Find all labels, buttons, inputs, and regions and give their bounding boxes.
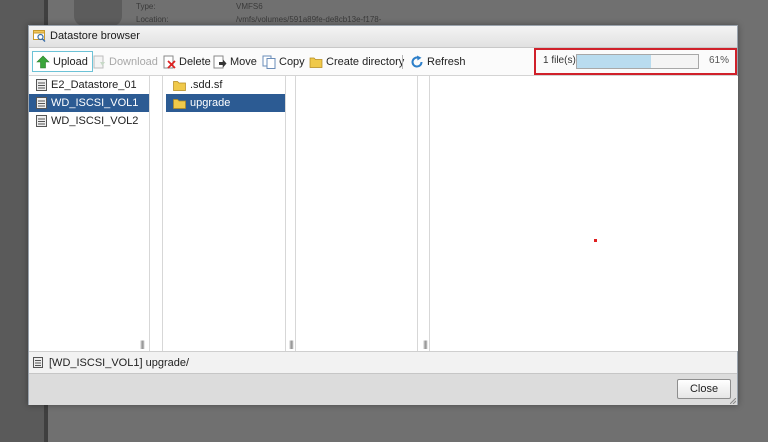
upload-arrow-icon — [36, 55, 50, 68]
current-path: [WD_ISCSI_VOL1] upgrade/ — [49, 357, 190, 369]
copy-button[interactable]: Copy — [262, 53, 305, 70]
dialog-titlebar[interactable]: Datastore browser — [29, 26, 737, 48]
subfolder-column[interactable]: ||| — [295, 76, 428, 351]
move-button[interactable]: Move — [213, 53, 257, 70]
datastore-list-column[interactable]: E2_Datastore_01 WD_ISCSI_VOL1 WD_ISCSI_V… — [29, 76, 150, 351]
datastore-label: E2_Datastore_01 — [51, 79, 137, 91]
copy-label: Copy — [279, 55, 305, 68]
background-type-value: VMFS6 — [236, 2, 263, 11]
cursor-marker — [594, 239, 597, 242]
delete-button[interactable]: Delete — [162, 53, 211, 70]
background-type-label: Type: — [136, 2, 156, 11]
datastore-icon — [33, 357, 43, 368]
folder-list-column[interactable]: .sdd.sf upgrade ||| — [162, 76, 294, 351]
toolbar-separator — [402, 55, 403, 69]
download-icon — [93, 55, 105, 68]
folder-label: upgrade — [190, 97, 231, 109]
folder-icon — [173, 80, 186, 91]
upload-files-count: 1 file(s) — [543, 55, 576, 66]
folder-item[interactable]: upgrade — [166, 94, 285, 112]
datastore-icon — [36, 97, 47, 109]
folder-item[interactable]: .sdd.sf — [166, 76, 285, 94]
file-details-column[interactable] — [429, 76, 738, 351]
delete-label: Delete — [179, 55, 211, 68]
delete-icon — [163, 55, 176, 69]
background-info-labels: Type: Location: — [136, 0, 168, 26]
refresh-icon — [411, 55, 423, 68]
dialog-title: Datastore browser — [50, 30, 140, 42]
refresh-label: Refresh — [427, 55, 466, 68]
background-datastore-icon — [74, 0, 122, 26]
dialog-footer: Close — [29, 373, 737, 405]
datastore-browser-icon — [33, 30, 46, 42]
refresh-button[interactable]: Refresh — [410, 53, 466, 70]
create-directory-label: Create directory — [326, 55, 405, 68]
copy-icon — [262, 55, 276, 69]
datastore-icon — [36, 115, 47, 127]
folder-icon — [173, 98, 186, 109]
upload-progress-percent: 61% — [708, 55, 729, 66]
upload-progress-fill — [577, 55, 651, 68]
datastore-item[interactable]: WD_ISCSI_VOL1 — [29, 94, 149, 112]
datastore-label: WD_ISCSI_VOL1 — [51, 97, 139, 109]
upload-button[interactable]: Upload — [32, 51, 93, 72]
datastore-label: WD_ISCSI_VOL2 — [51, 115, 139, 127]
new-folder-icon — [309, 57, 323, 68]
datastore-browser-dialog: Datastore browser Upload Download Delete — [28, 25, 738, 405]
resize-grip-icon[interactable] — [730, 398, 736, 404]
close-button[interactable]: Close — [677, 379, 731, 399]
move-label: Move — [230, 55, 257, 68]
download-button[interactable]: Download — [92, 53, 158, 70]
create-directory-button[interactable]: Create directory — [309, 53, 404, 70]
download-label: Download — [109, 55, 158, 68]
background-info-values: VMFS6 /vmfs/volumes/591a89fe-de8cb13e-f1… — [236, 0, 381, 26]
upload-progress-bar — [576, 54, 699, 69]
upload-progress-highlight: 1 file(s) 61% — [534, 48, 737, 75]
upload-label: Upload — [53, 55, 88, 68]
current-path-bar: [WD_ISCSI_VOL1] upgrade/ — [29, 352, 737, 372]
datastore-item[interactable]: E2_Datastore_01 — [29, 76, 149, 94]
folder-label: .sdd.sf — [190, 79, 223, 91]
browser-columns: E2_Datastore_01 WD_ISCSI_VOL1 WD_ISCSI_V… — [29, 76, 738, 352]
column-resize-grip[interactable]: ||| — [140, 339, 148, 349]
datastore-icon — [36, 79, 47, 91]
datastore-item[interactable]: WD_ISCSI_VOL2 — [29, 112, 149, 130]
toolbar: Upload Download Delete Move Copy Create … — [29, 48, 737, 76]
move-icon — [213, 55, 227, 68]
